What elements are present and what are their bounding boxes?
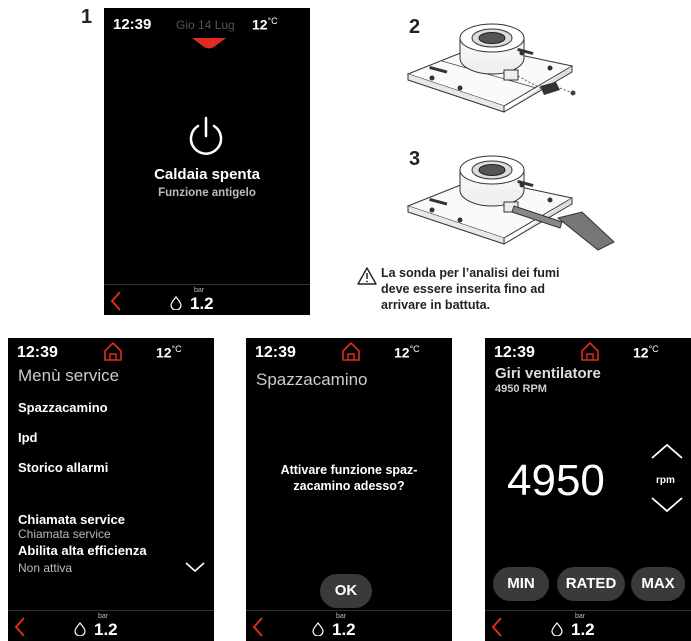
home-icon[interactable] <box>579 340 601 362</box>
pressure-unit: bar <box>194 287 205 294</box>
page-subtitle: 4950 RPM <box>495 383 547 395</box>
device-screen-off: 12:39 Gio 14 Lug 12°C Caldaia spenta Fun… <box>104 8 310 315</box>
water-drop-icon <box>170 296 182 310</box>
warning-triangle-icon <box>357 267 377 285</box>
water-drop-icon <box>312 622 324 636</box>
outdoor-temp: 12°C <box>394 344 420 361</box>
min-button[interactable]: MIN <box>493 567 549 601</box>
device-screen-spazzacamino: 12:39 12°C Spazzacamino Attivare funzion… <box>246 338 452 641</box>
water-drop-icon <box>551 622 563 636</box>
back-chevron-icon[interactable] <box>14 617 26 637</box>
step-number-1: 1 <box>81 6 93 28</box>
back-chevron-icon[interactable] <box>491 617 503 637</box>
decrease-chevron-icon[interactable] <box>650 496 684 514</box>
clock-time: 12:39 <box>17 344 58 361</box>
status-subtitle: Funzione antigelo <box>158 187 256 199</box>
back-chevron-icon[interactable] <box>110 291 122 311</box>
footer-bar: bar 1.2 <box>485 610 691 641</box>
page-title: Menù service <box>18 366 120 385</box>
pressure-value: 1.2 <box>332 620 356 639</box>
confirm-question-line-2: zacamino adesso? <box>293 479 405 493</box>
warning-line-1: La sonda per l’analisi dei fumi <box>381 266 560 280</box>
fan-speed-value: 4950 <box>507 456 605 505</box>
outdoor-temp: 12°C <box>633 344 659 361</box>
warning-line-3: arrivare in battuta. <box>381 298 491 312</box>
device-screen-fan-speed: 12:39 12°C Giri ventilatore 4950 RPM 495… <box>485 338 691 641</box>
clock-time: 12:39 <box>255 344 296 361</box>
date-label: Gio 14 Lug <box>176 18 235 32</box>
footer-bar: bar 1.2 <box>8 610 214 641</box>
rated-button[interactable]: RATED <box>557 567 625 601</box>
flue-adapter-illustration-step3 <box>406 155 615 251</box>
max-button[interactable]: MAX <box>631 567 685 601</box>
menu-item-storico-allarmi[interactable]: Storico allarmi <box>18 460 108 475</box>
pull-down-indicator[interactable] <box>192 38 226 50</box>
back-chevron-icon[interactable] <box>252 617 264 637</box>
ok-button[interactable]: OK <box>320 574 372 608</box>
outdoor-temp: 12°C <box>252 16 278 33</box>
pressure-readout: bar 1.2 <box>74 613 134 639</box>
clock-time: 12:39 <box>494 344 535 361</box>
status-title: Caldaia spenta <box>154 166 260 183</box>
increase-chevron-icon[interactable] <box>650 442 684 460</box>
menu-item-alta-efficienza[interactable]: Abilita alta efficienza <box>18 543 147 558</box>
pressure-unit: bar <box>98 613 109 620</box>
pressure-value: 1.2 <box>190 294 214 313</box>
pressure-readout: bar 1.2 <box>312 613 372 639</box>
flue-adapter-illustration-step2 <box>406 23 576 113</box>
confirm-question: Attivare funzione spaz- zacamino adesso? <box>246 462 452 494</box>
device-screen-menu-service: 12:39 12°C Menù service Spazzacamino Ipd… <box>8 338 214 641</box>
page-title: Spazzacamino <box>256 370 368 389</box>
warning-note: La sonda per l’analisi dei fumi deve ess… <box>381 265 560 313</box>
menu-item-chiamata-service[interactable]: Chiamata service <box>18 512 125 527</box>
pressure-value: 1.2 <box>94 620 118 639</box>
pressure-unit: bar <box>336 613 347 620</box>
clock-time: 12:39 <box>113 16 152 33</box>
pressure-readout: bar 1.2 <box>170 287 230 313</box>
pressure-value: 1.2 <box>571 620 595 639</box>
home-icon[interactable] <box>340 340 362 362</box>
menu-item-alta-efficienza-value: Non attiva <box>18 561 73 575</box>
scroll-down-chevron-icon[interactable] <box>184 560 206 574</box>
outdoor-temp: 12°C <box>156 344 182 361</box>
menu-item-spazzacamino[interactable]: Spazzacamino <box>18 400 108 415</box>
water-drop-icon <box>74 622 86 636</box>
footer-bar: bar 1.2 <box>104 284 310 315</box>
pressure-readout: bar 1.2 <box>551 613 611 639</box>
menu-item-chiamata-service-value: Chiamata service <box>18 527 111 541</box>
pressure-unit: bar <box>575 613 586 620</box>
fan-speed-unit: rpm <box>656 475 675 486</box>
confirm-question-line-1: Attivare funzione spaz- <box>280 463 418 477</box>
warning-line-2: deve essere inserita fino ad <box>381 282 545 296</box>
page-title: Giri ventilatore <box>495 365 601 382</box>
home-icon[interactable] <box>102 340 124 362</box>
power-icon[interactable] <box>186 116 226 158</box>
footer-bar: bar 1.2 <box>246 610 452 641</box>
menu-item-ipd[interactable]: Ipd <box>18 430 38 445</box>
